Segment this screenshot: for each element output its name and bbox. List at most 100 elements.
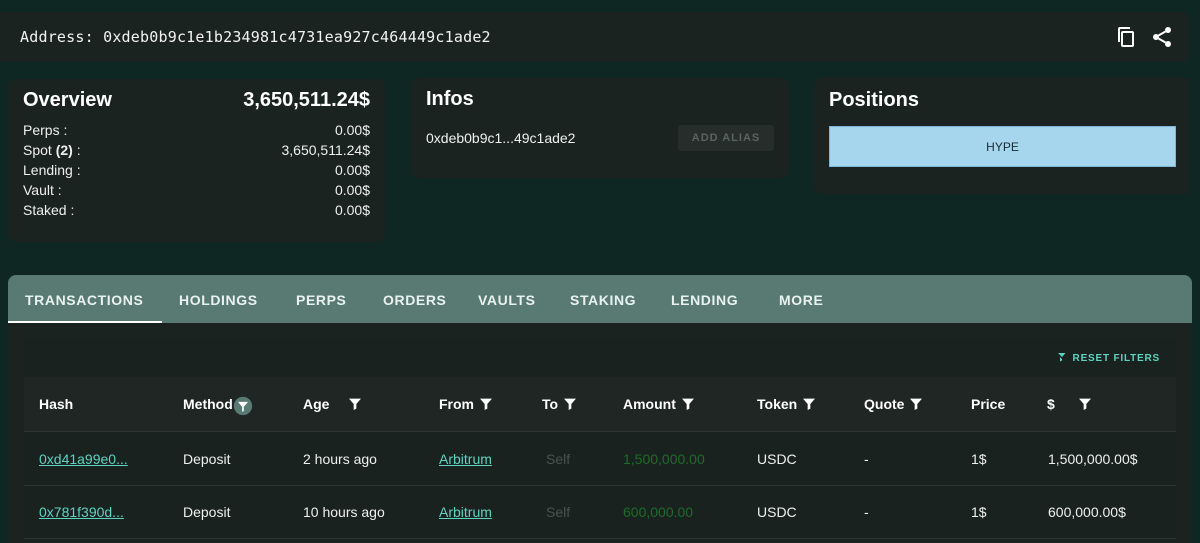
tab-staking[interactable]: STAKING — [570, 292, 636, 308]
copy-icon[interactable] — [1114, 25, 1138, 49]
tx-amount: 600,000.00 — [623, 504, 694, 520]
header-amount: Amount — [623, 396, 696, 412]
overview-row-vault: Vault : 0.00$ — [23, 180, 370, 200]
tab-vaults[interactable]: VAULTS — [478, 292, 536, 308]
overview-value: 3,650,511.24$ — [281, 142, 371, 158]
overview-label: Perps : — [23, 122, 68, 138]
position-hype-button[interactable]: HYPE — [829, 126, 1176, 167]
tx-usd: 1,500,000.00$ — [1048, 451, 1138, 467]
overview-label: Spot (2) : — [23, 140, 81, 160]
table-header: Hash Method Age From To Amount Token Quo… — [24, 377, 1176, 432]
header-label: From — [439, 396, 474, 412]
overview-row-staked: Staked : 0.00$ — [23, 200, 370, 220]
filter-off-icon — [1055, 351, 1067, 366]
address-label: Address: — [20, 28, 94, 46]
table-row: 0x781f390d... Deposit 10 hours ago Arbit… — [24, 486, 1176, 539]
share-icon[interactable] — [1150, 25, 1174, 49]
filter-icon[interactable] — [233, 396, 252, 416]
tx-usd: 600,000.00$ — [1048, 504, 1126, 520]
filter-icon[interactable] — [478, 396, 494, 412]
overview-title: Overview — [23, 89, 112, 111]
tx-age: 10 hours ago — [303, 504, 385, 520]
tx-method: Deposit — [183, 504, 231, 520]
tx-from-link[interactable]: Arbitrum — [439, 504, 492, 520]
header-method: Method — [183, 396, 252, 416]
reset-filters-label: RESET FILTERS — [1072, 353, 1160, 364]
overview-row-lending: Lending : 0.00$ — [23, 160, 370, 180]
header-label: Method — [183, 396, 233, 412]
tx-method: Deposit — [183, 451, 231, 467]
header-label: Hash — [39, 396, 74, 412]
overview-label: Lending : — [23, 162, 81, 178]
tab-perps[interactable]: PERPS — [296, 292, 346, 308]
tx-to: Self — [546, 451, 571, 467]
overview-label: Staked : — [23, 202, 75, 218]
tx-quote: - — [864, 451, 869, 467]
overview-row-perps: Perps : 0.00$ — [23, 120, 370, 140]
overview-card: Overview 3,650,511.24$ Perps : 0.00$ Spo… — [8, 79, 385, 242]
tx-from-link[interactable]: Arbitrum — [439, 451, 492, 467]
overview-value: 0.00$ — [334, 202, 370, 218]
header-label: $ — [1047, 396, 1055, 412]
header-quote: Quote — [864, 396, 924, 412]
address-text: Address: 0xdeb0b9c1e1b234981c4731ea927c4… — [20, 28, 491, 46]
filter-icon[interactable] — [347, 396, 363, 412]
header-label: Price — [971, 396, 1006, 412]
overview-label: Vault : — [23, 182, 62, 198]
filter-icon[interactable] — [1077, 396, 1093, 412]
tx-amount: 1,500,000.00 — [623, 451, 705, 467]
header-price: Price — [971, 396, 1005, 412]
overview-row-spot: Spot (2) : 3,650,511.24$ — [23, 140, 370, 160]
infos-title: Infos — [426, 88, 474, 110]
active-tab-indicator — [8, 321, 162, 323]
header-token: Token — [757, 396, 817, 412]
header-label: Age — [303, 396, 330, 412]
filter-icon[interactable] — [908, 396, 924, 412]
tx-hash-link[interactable]: 0x781f390d... — [39, 504, 124, 520]
address-bar: Address: 0xdeb0b9c1e1b234981c4731ea927c4… — [0, 12, 1190, 62]
tab-orders[interactable]: ORDERS — [383, 292, 447, 308]
tx-hash-link[interactable]: 0xd41a99e0... — [39, 451, 128, 467]
tab-holdings[interactable]: HOLDINGS — [179, 292, 258, 308]
spot-count: (2) — [55, 142, 73, 158]
positions-card: Positions HYPE — [814, 77, 1190, 194]
reset-filters-button[interactable]: RESET FILTERS — [1055, 351, 1160, 366]
overview-total: 3,650,511.24$ — [243, 89, 370, 111]
infos-card: Infos 0xdeb0b9c1...49c1ade2 ADD ALIAS — [411, 78, 789, 178]
header-label: Quote — [864, 396, 905, 412]
header-hash: Hash — [39, 396, 73, 412]
spot-colon: : — [72, 142, 81, 158]
address-value: 0xdeb0b9c1e1b234981c4731ea927c464449c1ad… — [103, 28, 491, 46]
tx-to: Self — [546, 504, 571, 520]
tab-bar: TRANSACTIONS HOLDINGS PERPS ORDERS VAULT… — [8, 275, 1192, 323]
positions-title: Positions — [829, 89, 920, 111]
table-row: 0xd41a99e0... Deposit 2 hours ago Arbitr… — [24, 433, 1176, 486]
spot-label: Spot — [23, 142, 52, 158]
add-alias-button[interactable]: ADD ALIAS — [678, 125, 774, 151]
tab-more[interactable]: MORE — [779, 292, 823, 308]
header-usd: $ — [1047, 396, 1093, 412]
short-address: 0xdeb0b9c1...49c1ade2 — [426, 130, 576, 146]
overview-value: 0.00$ — [334, 162, 370, 178]
tab-lending[interactable]: LENDING — [671, 292, 738, 308]
header-to: To — [542, 396, 578, 412]
tx-age: 2 hours ago — [303, 451, 377, 467]
header-from: From — [439, 396, 494, 412]
tx-price: 1$ — [971, 451, 987, 467]
overview-value: 0.00$ — [334, 182, 370, 198]
tx-token: USDC — [757, 451, 797, 467]
filter-icon[interactable] — [680, 396, 696, 412]
overview-value: 0.00$ — [334, 122, 370, 138]
address-actions — [1114, 25, 1174, 49]
header-label: Token — [757, 396, 798, 412]
transactions-table: RESET FILTERS Hash Method Age From To Am… — [24, 339, 1176, 543]
tab-transactions[interactable]: TRANSACTIONS — [25, 292, 143, 308]
filter-icon[interactable] — [562, 396, 578, 412]
header-label: To — [542, 396, 559, 412]
tx-quote: - — [864, 504, 869, 520]
header-age: Age — [303, 396, 363, 412]
tx-token: USDC — [757, 504, 797, 520]
filter-icon[interactable] — [801, 396, 817, 412]
tx-price: 1$ — [971, 504, 987, 520]
tabs-panel: TRANSACTIONS HOLDINGS PERPS ORDERS VAULT… — [8, 275, 1192, 543]
